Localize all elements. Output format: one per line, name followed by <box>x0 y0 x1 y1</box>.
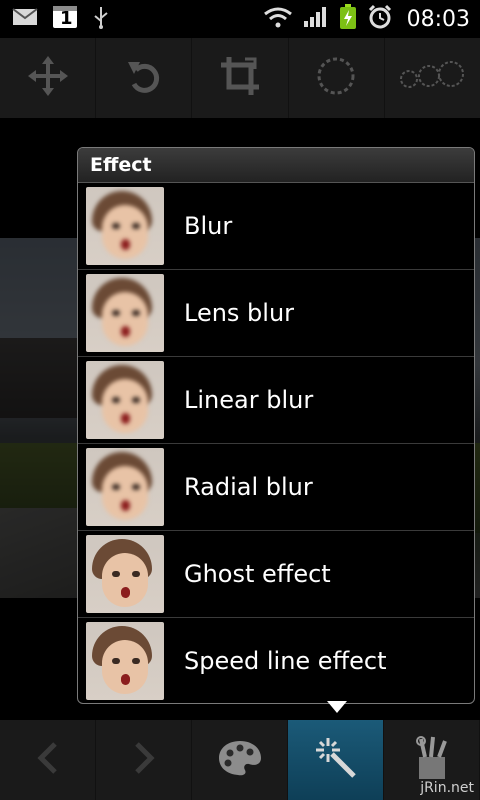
effect-thumbnail <box>86 274 164 352</box>
rotate-tool[interactable] <box>96 38 193 118</box>
popup-pointer <box>327 701 347 713</box>
gmail-icon <box>12 8 38 30</box>
watermark: jRin.net <box>420 780 474 796</box>
effect-thumbnail <box>86 361 164 439</box>
back-arrow-icon <box>33 741 63 779</box>
undo-button[interactable] <box>0 720 96 800</box>
palette-icon <box>217 739 263 781</box>
effect-item-label: Speed line effect <box>184 647 387 675</box>
effect-wand-icon <box>314 736 358 784</box>
move-icon <box>26 54 70 102</box>
multi-circle-icon <box>397 61 467 95</box>
effect-item-ghost-effect[interactable]: Ghost effect <box>78 531 474 618</box>
crop-icon <box>219 55 261 101</box>
calendar-day: 1 <box>60 8 73 29</box>
clock: 08:03 <box>406 6 470 32</box>
popup-title: Effect <box>78 148 474 183</box>
effect-thumbnail <box>86 187 164 265</box>
effect-item-label: Ghost effect <box>184 560 331 588</box>
rotate-icon <box>124 56 164 100</box>
crop-tool[interactable] <box>192 38 289 118</box>
effect-button[interactable] <box>288 720 384 800</box>
circle-select-tool[interactable] <box>289 38 385 118</box>
effect-item-label: Lens blur <box>184 299 295 327</box>
bottom-toolbar <box>0 720 480 800</box>
effect-item-label: Blur <box>184 212 233 240</box>
effect-item-label: Linear blur <box>184 386 314 414</box>
calendar-icon: 1 <box>52 5 78 33</box>
effect-popup: Effect Blur Lens blur Linear blur Radial… <box>77 147 475 704</box>
forward-arrow-icon <box>129 741 159 779</box>
tools-icon <box>409 735 455 785</box>
usb-icon <box>92 5 110 33</box>
effect-item-label: Radial blur <box>184 473 313 501</box>
status-bar: 1 08:03 <box>0 0 480 38</box>
move-tool[interactable] <box>0 38 97 118</box>
circle-select-icon <box>315 55 357 101</box>
effect-thumbnail <box>86 448 164 526</box>
signal-icon <box>303 6 329 32</box>
color-button[interactable] <box>192 720 288 800</box>
effect-thumbnail <box>86 622 164 700</box>
battery-charging-icon <box>339 4 357 34</box>
effect-item-speed-line-effect[interactable]: Speed line effect <box>78 618 474 703</box>
effect-item-blur[interactable]: Blur <box>78 183 474 270</box>
redo-button[interactable] <box>96 720 192 800</box>
multi-circle-tool[interactable] <box>385 38 480 118</box>
top-toolbar <box>0 38 480 118</box>
wifi-icon <box>263 6 293 32</box>
effect-thumbnail <box>86 535 164 613</box>
effect-item-radial-blur[interactable]: Radial blur <box>78 444 474 531</box>
effect-item-lens-blur[interactable]: Lens blur <box>78 270 474 357</box>
alarm-icon <box>367 4 393 34</box>
effect-item-linear-blur[interactable]: Linear blur <box>78 357 474 444</box>
